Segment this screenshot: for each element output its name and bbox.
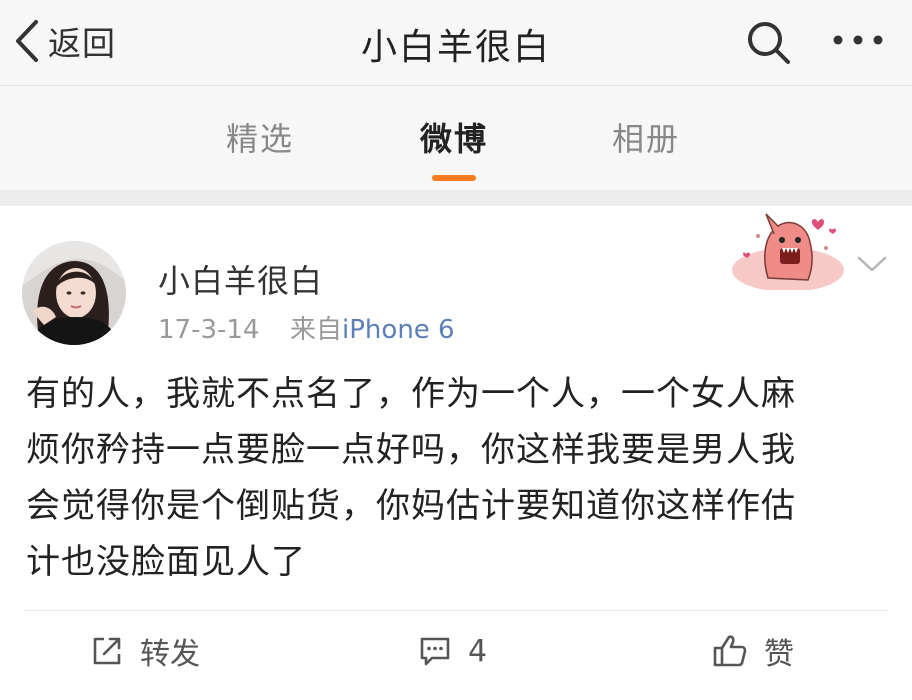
post-card: 小白羊很白 17-3-14 来自iPhone 6 有的人，我就不点名了，作为一个… xyxy=(0,206,912,700)
profile-tabs: 精选 微博 相册 xyxy=(0,86,912,190)
comment-icon xyxy=(418,634,468,668)
tab-album[interactable]: 相册 xyxy=(612,114,680,160)
section-gap xyxy=(0,190,912,206)
author-name[interactable]: 小白羊很白 xyxy=(158,256,323,302)
comment-count: 4 xyxy=(468,633,488,669)
chevron-down-icon[interactable] xyxy=(856,254,888,274)
comment-button[interactable]: 4 xyxy=(418,630,487,672)
repost-label: 转发 xyxy=(140,637,200,672)
tab-weibo[interactable]: 微博 xyxy=(420,114,488,160)
post-text-line: 有的人，我就不点名了，作为一个人，一个女人麻 xyxy=(26,374,796,414)
post-text-line: 计也没脸面见人了 xyxy=(26,542,306,582)
source-prefix: 来自 xyxy=(290,315,343,345)
more-icon[interactable] xyxy=(832,28,884,52)
divider xyxy=(24,610,888,611)
search-icon[interactable] xyxy=(744,18,794,68)
tab-featured[interactable]: 精选 xyxy=(226,114,294,160)
post-text-line: 会觉得你是个倒贴货，你妈估计要知道你这样作估 xyxy=(26,486,796,526)
domo-sticker xyxy=(728,208,846,292)
thumbs-up-icon xyxy=(712,633,764,669)
like-button[interactable]: 赞 xyxy=(712,630,794,672)
post-source[interactable]: iPhone 6 xyxy=(342,315,455,345)
nav-bar: 返回 小白羊很白 xyxy=(0,0,912,86)
repost-button[interactable]: 转发 xyxy=(90,630,200,672)
repost-icon xyxy=(90,634,140,668)
post-text: 有的人，我就不点名了，作为一个人，一个女人麻 烦你矜持一点要脸一点好吗，你这样我… xyxy=(26,366,886,590)
post-meta: 17-3-14 来自iPhone 6 xyxy=(158,309,455,346)
post-date: 17-3-14 xyxy=(158,315,260,345)
active-tab-indicator xyxy=(432,175,476,181)
post-text-line: 烦你矜持一点要脸一点好吗，你这样我要是男人我 xyxy=(26,430,796,470)
like-label: 赞 xyxy=(764,637,794,672)
avatar[interactable] xyxy=(22,241,126,345)
